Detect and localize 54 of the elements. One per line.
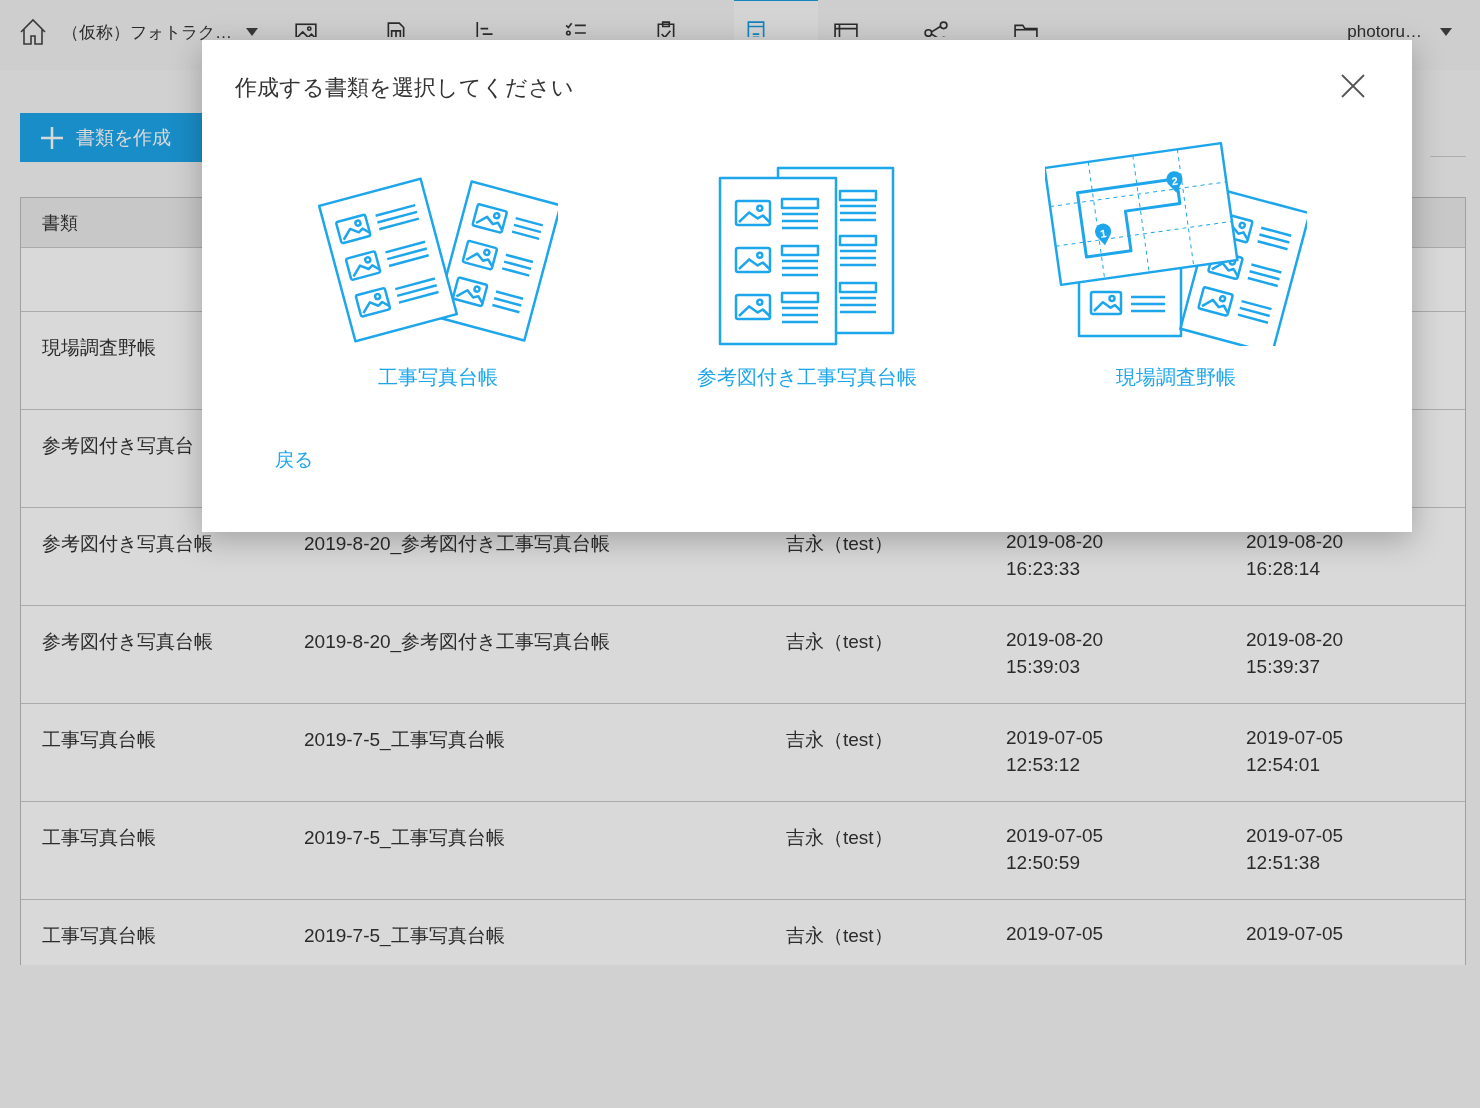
time-text: 15:39:37 bbox=[1246, 655, 1320, 679]
time-text: 12:53:12 bbox=[1006, 753, 1080, 777]
table-row[interactable]: 工事写真台帳 2019-7-5_工事写真台帳 吉永（test） 2019-07-05 2019-07-05 bbox=[21, 900, 1465, 965]
time-text: 12:50:59 bbox=[1006, 851, 1080, 875]
share-icon bbox=[924, 21, 948, 37]
table-cell-text: 吉永（test） bbox=[785, 532, 894, 556]
table-cell-text: 工事写真台帳 bbox=[41, 924, 157, 948]
table-cell-text: 吉永（test） bbox=[785, 924, 894, 948]
table-cell-text: 参考図付き写真台帳 bbox=[41, 630, 214, 654]
project-selector[interactable]: （仮称）フォトラク… bbox=[62, 20, 258, 44]
image-icon bbox=[294, 21, 318, 37]
close-icon[interactable] bbox=[1340, 73, 1366, 99]
date-text: 2019-07-05 bbox=[1006, 922, 1104, 946]
table-cell-text: 2019-7-5_工事写真台帳 bbox=[303, 826, 506, 851]
table-cell-text: 工事写真台帳 bbox=[41, 728, 157, 752]
table-row[interactable]: 工事写真台帳 2019-7-5_工事写真台帳 吉永（test） 2019-07-05 12:50:59 2019-07-05 12:51:38 bbox=[21, 802, 1465, 900]
table-cell-text: 吉永（test） bbox=[785, 728, 894, 752]
time-text: 15:39:03 bbox=[1006, 655, 1080, 679]
table-cell-text: 参考図付き写真台帳 bbox=[41, 532, 214, 556]
date-text: 2019-07-05 bbox=[1246, 824, 1344, 848]
checklist-icon bbox=[564, 21, 588, 37]
date-text: 2019-07-05 bbox=[1006, 726, 1104, 750]
numbered-pin: 1 bbox=[1094, 223, 1111, 246]
table-row[interactable]: 工事写真台帳 2019-7-5_工事写真台帳 吉永（test） 2019-07-05 12:53:12 2019-07-05 12:54:01 bbox=[21, 704, 1465, 802]
date-text: 2019-08-20 bbox=[1246, 628, 1344, 652]
date-text: 2019-07-05 bbox=[1246, 922, 1344, 946]
table-cell-text: 2019-7-5_工事写真台帳 bbox=[303, 728, 506, 753]
table-cell-text: 参考図付き写真台 bbox=[41, 434, 195, 458]
photo-sheets-icon bbox=[717, 166, 896, 346]
table-cell-text: 現場調査野帳 bbox=[41, 336, 157, 360]
numbered-pin: 2 bbox=[1165, 171, 1182, 193]
date-text: 2019-08-20 bbox=[1246, 530, 1344, 554]
caret-icon bbox=[1440, 28, 1452, 36]
date-text: 2019-07-05 bbox=[1006, 824, 1104, 848]
user-menu[interactable]: photoru… bbox=[1347, 22, 1452, 42]
table-cell-text: 2019-8-20_参考図付き工事写真台帳 bbox=[303, 532, 612, 557]
dialog-title: 作成する書類を選択してください bbox=[235, 74, 574, 102]
caret-icon bbox=[246, 28, 258, 36]
table-cell-text: 工事写真台帳 bbox=[41, 826, 157, 850]
table-cell-text: 2019-7-5_工事写真台帳 bbox=[303, 924, 506, 949]
table-row[interactable]: 参考図付き写真台帳 2019-8-20_参考図付き工事写真台帳 吉永（test） 2019-08-20 15:39:03 2019-08-20 15:39:37 bbox=[21, 606, 1465, 704]
time-text: 16:28:14 bbox=[1246, 557, 1320, 581]
date-text: 2019-07-05 bbox=[1246, 726, 1344, 750]
table-cell-text: 吉永（test） bbox=[785, 826, 894, 850]
plus-icon bbox=[40, 125, 64, 150]
home-icon[interactable] bbox=[18, 17, 48, 47]
board-icon bbox=[834, 21, 858, 37]
table-cell-text: 2019-8-20_参考図付き工事写真台帳 bbox=[303, 630, 612, 655]
time-text: 16:23:33 bbox=[1006, 557, 1080, 581]
date-text: 2019-08-20 bbox=[1006, 628, 1104, 652]
time-text: 12:54:01 bbox=[1246, 753, 1320, 777]
table-cell-text: 吉永（test） bbox=[785, 630, 894, 654]
time-text: 12:51:38 bbox=[1246, 851, 1320, 875]
date-text: 2019-08-20 bbox=[1006, 530, 1104, 554]
